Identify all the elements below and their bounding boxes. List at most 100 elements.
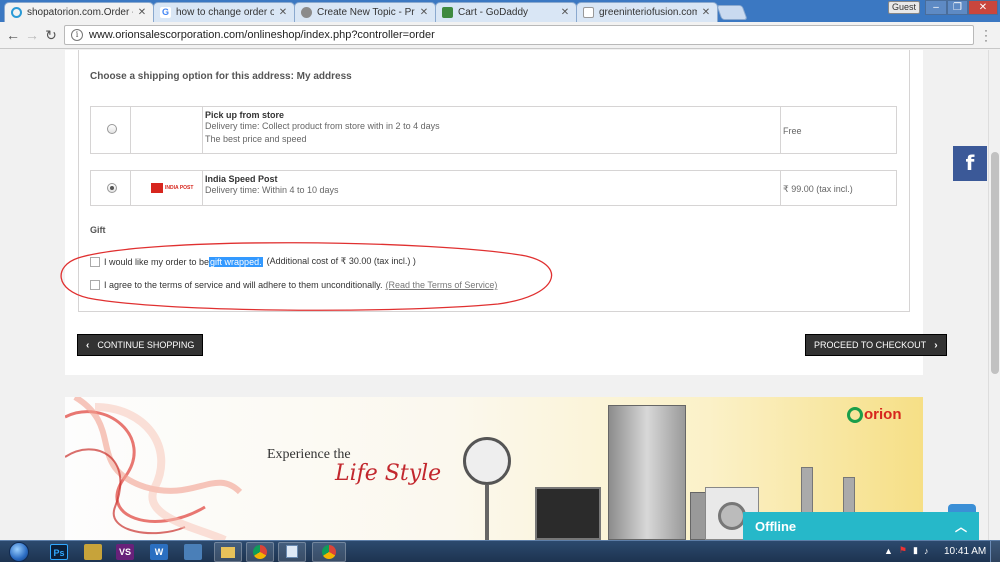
tab-prestashop-forum[interactable]: Create New Topic - Presta ✕ [294, 2, 436, 22]
gift-title: Gift [90, 225, 106, 235]
tab-orion-order[interactable]: shopatorion.com.Order - ✕ [4, 2, 154, 22]
window-close-button[interactable]: ✕ [968, 0, 998, 15]
minimize-button[interactable]: – [925, 0, 947, 15]
volume-icon[interactable]: ♪ [924, 546, 929, 556]
photoshop-label: Ps [53, 548, 65, 558]
new-tab-button[interactable] [716, 5, 748, 20]
tab-title: how to change order of f [176, 7, 274, 18]
browser-toolbar: ← → ↻ i www.orionsalescorporation.com/on… [0, 22, 1000, 49]
carrier-delivery-time: Delivery time: Collect product from stor… [205, 121, 440, 131]
chrome-taskbar-button[interactable] [246, 542, 274, 562]
pickup-radio[interactable] [107, 124, 117, 134]
orion-brand-text: orion [864, 406, 902, 423]
chrome-icon [253, 545, 267, 559]
chrome-icon [322, 545, 336, 559]
close-icon[interactable]: ✕ [278, 7, 288, 18]
speed-post-radio[interactable] [107, 183, 117, 193]
shipping-option-speed-post[interactable]: INDIA POST India Speed Post Delivery tim… [90, 170, 897, 206]
show-desktop-button[interactable] [990, 541, 1000, 562]
proceed-to-checkout-label: PROCEED TO CHECKOUT [814, 340, 927, 350]
file-manager-icon[interactable] [84, 544, 102, 560]
carrier-logo-cell: INDIA POST [131, 171, 203, 205]
tab-godaddy-cart[interactable]: Cart - GoDaddy ✕ [435, 2, 577, 22]
google-favicon-icon: G [160, 7, 171, 18]
carrier-name: India Speed Post [205, 174, 278, 184]
live-chat-widget[interactable]: Offline ︿ [743, 512, 979, 540]
start-button[interactable] [4, 541, 34, 562]
reload-icon[interactable]: ↻ [43, 27, 59, 43]
photoshop-icon[interactable]: Ps [50, 544, 68, 560]
fan-stand-graphic [485, 485, 489, 540]
url-text: www.orionsalescorporation.com/onlineshop… [89, 29, 435, 41]
network-icon[interactable] [184, 544, 202, 560]
continue-shopping-button[interactable]: ‹ CONTINUE SHOPPING [77, 334, 204, 356]
carrier-description: The best price and speed [205, 134, 307, 144]
orion-favicon-icon [11, 7, 22, 18]
browser-menu-icon[interactable]: · · · [982, 24, 990, 46]
forum-favicon-icon [301, 7, 312, 18]
close-icon[interactable]: ✕ [137, 7, 147, 18]
price-cell: ₹ 99.00 (tax incl.) [781, 171, 896, 205]
red-annotation-ellipse [60, 242, 553, 311]
close-icon[interactable]: ✕ [701, 7, 711, 18]
notepad-taskbar-button[interactable] [278, 542, 306, 562]
microwave-graphic [535, 487, 601, 540]
close-icon[interactable]: ✕ [419, 7, 429, 18]
carrier-logo-cell [131, 107, 203, 153]
tab-title: Cart - GoDaddy [458, 7, 529, 18]
shipping-title: Choose a shipping option for this addres… [90, 71, 352, 82]
shipping-option-pickup[interactable]: Pick up from store Delivery time: Collec… [90, 106, 897, 154]
carrier-price: Free [783, 126, 802, 136]
page-scrollbar[interactable] [988, 50, 1000, 540]
tab-google-search[interactable]: G how to change order of f ✕ [153, 2, 295, 22]
india-post-emblem-icon [151, 183, 163, 193]
facebook-icon: f [965, 151, 975, 175]
refrigerator-graphic [608, 405, 686, 540]
carrier-info-cell: India Speed Post Delivery time: Within 4… [203, 171, 781, 205]
facebook-share-button[interactable]: f [953, 146, 987, 181]
tab-greeninteriofusion[interactable]: greeninteriofusion.com ✕ [576, 2, 718, 22]
red-silk-graphic [65, 397, 243, 540]
india-post-logo: INDIA POST [151, 182, 197, 194]
forward-arrow-icon[interactable]: → [24, 27, 40, 43]
taskbar-clock[interactable]: 10:41 AM [944, 546, 986, 557]
visual-studio-label: VS [118, 547, 131, 557]
screen: shopatorion.com.Order - ✕ G how to chang… [0, 0, 1000, 562]
proceed-to-checkout-button[interactable]: PROCEED TO CHECKOUT › [805, 334, 947, 356]
godaddy-favicon-icon [442, 7, 453, 18]
browser-tab-strip: shopatorion.com.Order - ✕ G how to chang… [0, 0, 1000, 22]
orion-logo-icon [847, 406, 863, 423]
action-center-flag-icon[interactable]: ⚑ [899, 545, 907, 556]
page-viewport: Choose a shipping option for this addres… [0, 50, 988, 540]
scrollbar-thumb[interactable] [991, 152, 999, 374]
visual-studio-icon[interactable]: VS [116, 544, 134, 560]
back-arrow-icon[interactable]: ← [5, 27, 21, 43]
folder-icon [221, 547, 235, 558]
banner-tagline: Life Style [335, 461, 442, 486]
windows-taskbar: Ps VS W ▲ ⚑ ▮ ♪ 10:41 AM [0, 540, 1000, 562]
chat-status: Offline [755, 518, 797, 534]
tab-title: shopatorion.com.Order - [27, 7, 133, 18]
maximize-button[interactable]: ❐ [947, 0, 968, 15]
carrier-name: Pick up from store [205, 110, 285, 120]
chrome-window-taskbar-button[interactable] [312, 542, 346, 562]
carrier-price: ₹ 99.00 (tax incl.) [783, 184, 853, 194]
explorer-taskbar-button[interactable] [214, 542, 242, 562]
carrier-info-cell: Pick up from store Delivery time: Collec… [203, 107, 781, 153]
washing-machine-door-graphic [718, 502, 746, 530]
tray-expand-icon[interactable]: ▲ [884, 546, 893, 556]
system-tray: ▲ ⚑ ▮ ♪ [884, 545, 928, 556]
close-icon[interactable]: ✕ [560, 7, 570, 18]
tab-title: Create New Topic - Presta [317, 7, 415, 18]
pedestal-fan-graphic [463, 437, 511, 485]
chevron-up-icon[interactable]: ︿ [955, 518, 967, 535]
word-icon[interactable]: W [150, 544, 168, 560]
price-cell: Free [781, 107, 896, 153]
info-icon[interactable]: i [71, 29, 83, 41]
tab-title: greeninteriofusion.com [599, 7, 697, 18]
network-status-icon[interactable]: ▮ [913, 545, 918, 556]
india-post-logo-text: INDIA POST [165, 185, 194, 191]
guest-profile-button[interactable]: Guest [888, 1, 920, 14]
page-favicon-icon [583, 7, 594, 18]
address-bar[interactable]: i www.orionsalescorporation.com/onlinesh… [64, 25, 974, 45]
